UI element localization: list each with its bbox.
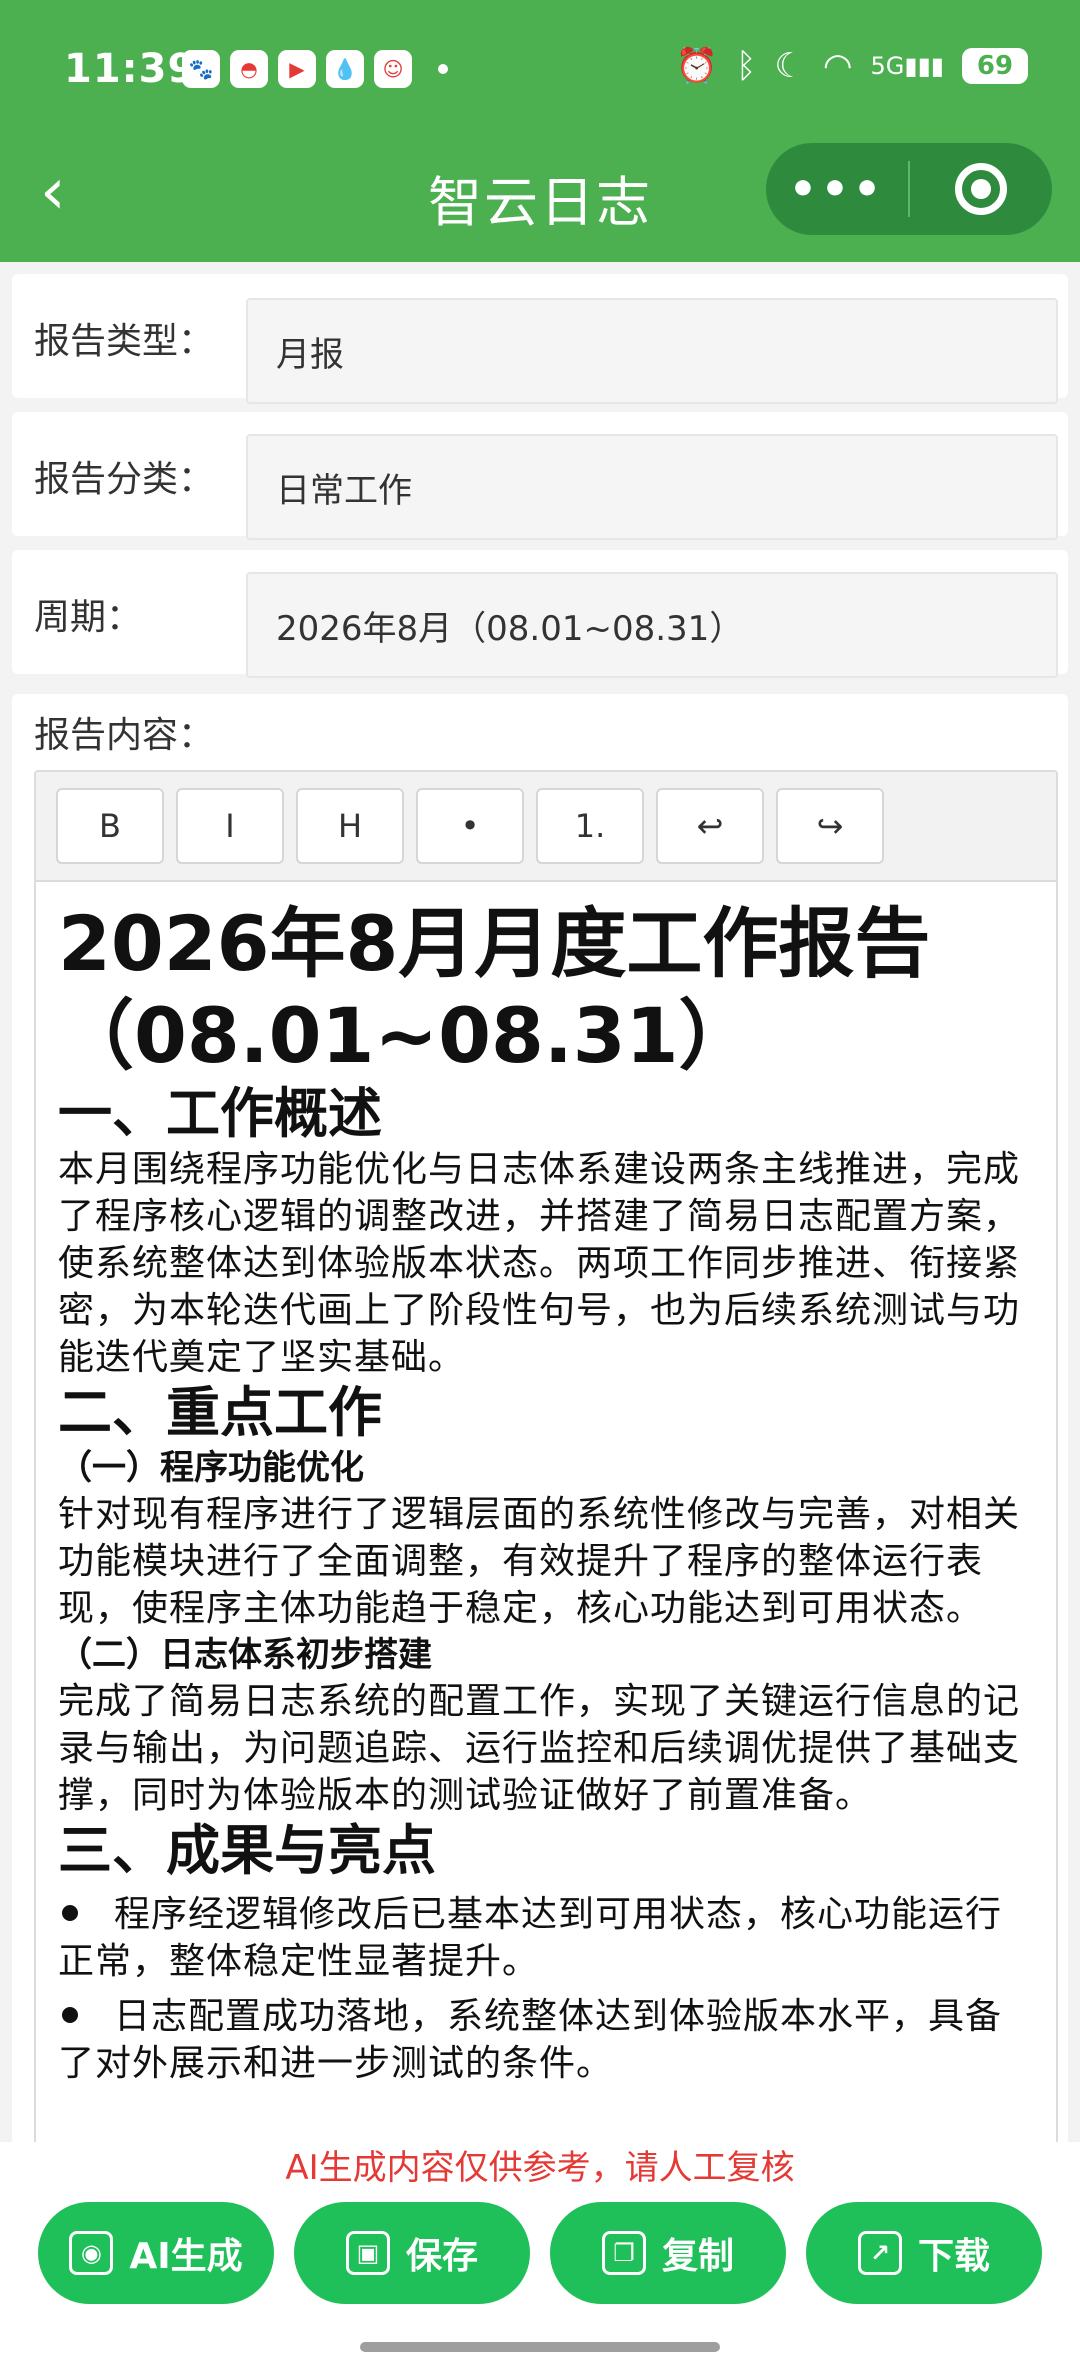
record-target-icon — [954, 163, 1007, 215]
wifi-icon: ◠ — [822, 46, 853, 86]
copy-icon: ❐ — [601, 2231, 646, 2275]
app-header: 11:39 🐾 ◓ ▶ 💧 ☺ ⏰ ᛒ ☾ ◠ 5G▮▮▮ 69 ‹ 智云日志 … — [0, 0, 1080, 262]
section3-heading: 三、成果与亮点 — [58, 1819, 436, 1882]
bold-button[interactable]: B — [56, 788, 164, 864]
period-row: 周期： 2026年8月（08.01~08.31） — [12, 550, 1068, 678]
report-category-select[interactable]: 日常工作 — [246, 434, 1058, 540]
more-notifications-icon — [438, 64, 448, 74]
report-type-row: 报告类型： 月报 — [12, 274, 1068, 404]
status-time: 11:39 — [64, 46, 197, 92]
list-item: 日志配置成功落地，系统整体达到体验版本水平，具备了对外展示和进一步测试的条件。 — [58, 1993, 1032, 2087]
action-bar: ◉ AI生成 ▣ 保存 ❐ 复制 ↗ 下载 — [0, 2194, 1080, 2374]
report-content-section: 报告内容： B I H • 1. ↩ ↪ 2026年8月月度工作报告 （08.0… — [12, 694, 1068, 2146]
battery-icon: 69 — [962, 48, 1028, 84]
period-select[interactable]: 2026年8月（08.01~08.31） — [246, 572, 1058, 678]
save-button[interactable]: ▣ 保存 — [294, 2202, 530, 2304]
editor-toolbar: B I H • 1. ↩ ↪ — [36, 772, 1056, 882]
miniprogram-capsule: ••• — [766, 143, 1052, 235]
subsection1-text: 针对现有程序进行了逻辑层面的系统性修改与完善，对相关功能模块进行了全面调整，有效… — [58, 1494, 1021, 1629]
report-title-line2: （08.01~08.31） — [58, 991, 755, 1080]
clown-app-icon: ☺ — [374, 50, 412, 88]
report-type-label: 报告类型： — [34, 321, 215, 362]
network-type: 5G — [870, 52, 905, 80]
do-not-disturb-icon: ☾ — [774, 46, 805, 86]
ordered-list-button[interactable]: 1. — [536, 788, 644, 864]
home-indicator[interactable] — [360, 2342, 720, 2352]
download-button[interactable]: ↗ 下载 — [806, 2202, 1042, 2304]
redo-button[interactable]: ↪ — [776, 788, 884, 864]
section1-text: 本月围绕程序功能优化与日志体系建设两条主线推进，完成了程序核心逻辑的调整改进，并… — [58, 1149, 1021, 1378]
more-dots-icon[interactable]: ••• — [766, 164, 908, 215]
bluetooth-icon: ᛒ — [735, 46, 757, 86]
report-content-label: 报告内容： — [34, 715, 215, 756]
report-category-label: 报告分类： — [34, 459, 215, 500]
video-app-icon: ▶ — [278, 50, 316, 88]
system-icons: ⏰ ᛒ ☾ ◠ 5G▮▮▮ 69 — [676, 46, 1028, 86]
section2-heading: 二、重点工作 — [58, 1381, 382, 1444]
subsection2-heading: （二）日志体系初步搭建 — [58, 1635, 432, 1675]
subsection1-heading: （一）程序功能优化 — [58, 1448, 364, 1488]
report-category-row: 报告分类： 日常工作 — [12, 412, 1068, 540]
status-bar: 11:39 🐾 ◓ ▶ 💧 ☺ ⏰ ᛒ ☾ ◠ 5G▮▮▮ 69 — [0, 0, 1080, 140]
battery-level: 69 — [976, 51, 1014, 81]
italic-button[interactable]: I — [176, 788, 284, 864]
bullet1-text: 程序经逻辑修改后已基本达到可用状态，核心功能运行正常，整体稳定性显著提升。 — [58, 1894, 1003, 1982]
period-label: 周期： — [34, 597, 143, 638]
save-icon: ▣ — [345, 2231, 390, 2275]
bullet-list-button[interactable]: • — [416, 788, 524, 864]
copy-button[interactable]: ❐ 复制 — [550, 2202, 786, 2304]
signal-icon: 5G▮▮▮ — [870, 52, 945, 80]
download-label: 下载 — [917, 2236, 990, 2277]
ai-disclaimer: AI生成内容仅供参考，请人工复核 — [0, 2142, 1080, 2194]
heading-button[interactable]: H — [296, 788, 404, 864]
drop-app-icon: 💧 — [326, 50, 364, 88]
external-link-icon: ↗ — [857, 2231, 902, 2275]
editor-content[interactable]: 2026年8月月度工作报告 （08.01~08.31） 一、工作概述 本月围绕程… — [36, 882, 1056, 2087]
bullet2-text: 日志配置成功落地，系统整体达到体验版本水平，具备了对外展示和进一步测试的条件。 — [58, 1996, 1003, 2084]
rich-text-editor[interactable]: B I H • 1. ↩ ↪ 2026年8月月度工作报告 （08.01~08.3… — [34, 770, 1058, 2146]
ai-generate-label: AI生成 — [129, 2236, 243, 2277]
subsection2-text: 完成了简易日志系统的配置工作，实现了关键运行信息的记录与输出，为问题追踪、运行监… — [58, 1681, 1021, 1816]
save-label: 保存 — [405, 2236, 478, 2277]
undo-button[interactable]: ↩ — [656, 788, 764, 864]
bullet-icon — [62, 2007, 78, 2023]
report-title-line1: 2026年8月月度工作报告 — [58, 899, 931, 988]
copy-label: 复制 — [661, 2236, 734, 2277]
bullet-icon — [62, 1905, 78, 1921]
red-app-icon: ◓ — [230, 50, 268, 88]
list-item: 程序经逻辑修改后已基本达到可用状态，核心功能运行正常，整体稳定性显著提升。 — [58, 1891, 1032, 1985]
baidu-app-icon: 🐾 — [182, 50, 220, 88]
close-miniprogram-button[interactable] — [910, 163, 1052, 215]
robot-icon: ◉ — [69, 2231, 114, 2275]
ai-generate-button[interactable]: ◉ AI生成 — [38, 2202, 274, 2304]
report-type-select[interactable]: 月报 — [246, 298, 1058, 404]
alarm-icon: ⏰ — [675, 46, 718, 86]
notification-icons: 🐾 ◓ ▶ 💧 ☺ — [182, 50, 448, 88]
section1-heading: 一、工作概述 — [58, 1082, 382, 1145]
